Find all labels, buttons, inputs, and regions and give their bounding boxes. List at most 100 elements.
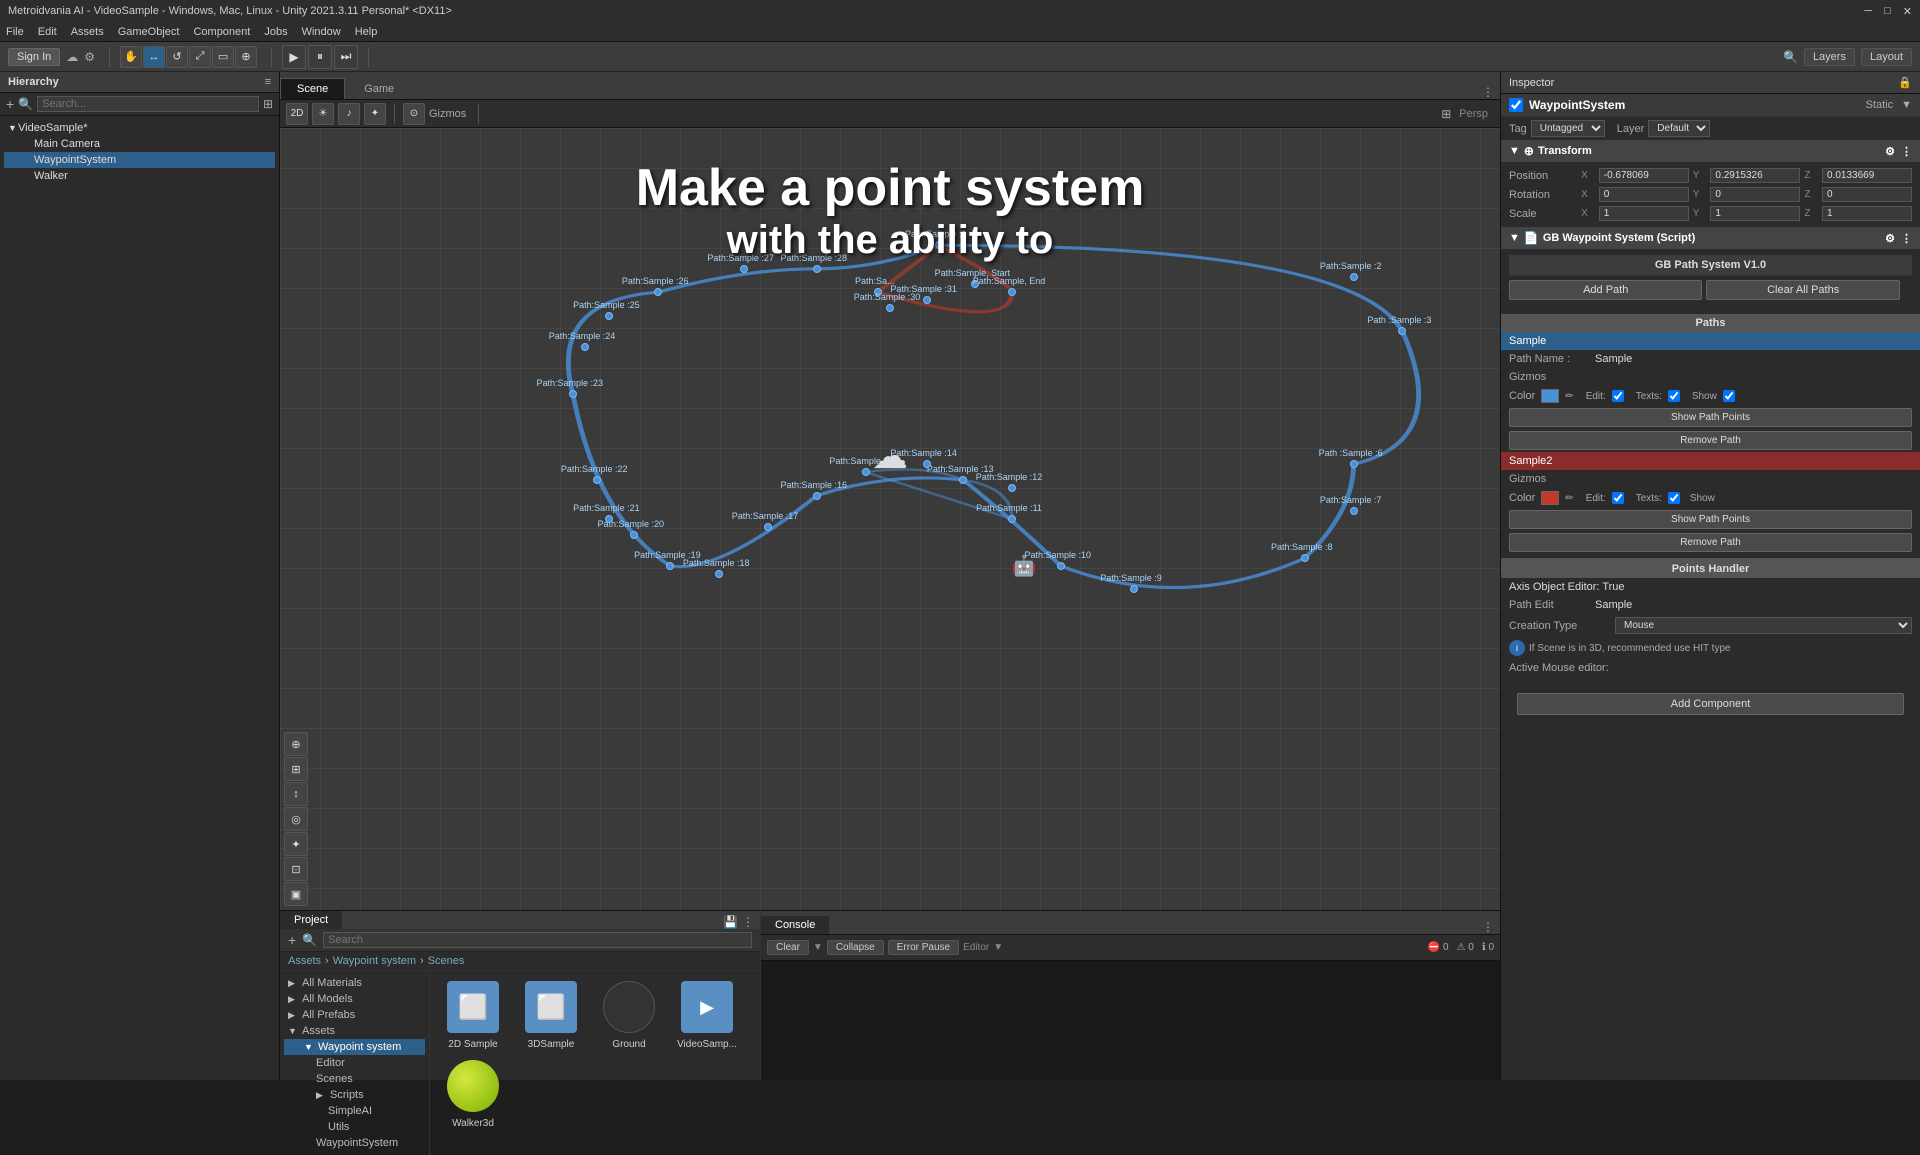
rotate-tool[interactable]: ↺ <box>166 46 188 68</box>
scene-audio-toggle[interactable]: ♪ <box>338 103 360 125</box>
asset-2dsample[interactable]: ⬜ 2D Sample <box>438 979 508 1050</box>
show-path-points-button-1[interactable]: Show Path Points <box>1509 408 1912 427</box>
menu-window[interactable]: Window <box>302 26 341 38</box>
path-edit-checkbox-1[interactable] <box>1612 390 1624 402</box>
console-editor-arrow[interactable]: ▼ <box>993 942 1003 953</box>
gb-more-icon[interactable]: ⋮ <box>1901 232 1912 245</box>
gb-script-component-header[interactable]: ▼ 📄 GB Waypoint System (Script) ⚙ ⋮ <box>1501 227 1920 249</box>
scene-more-icon[interactable]: ⋮ <box>1482 85 1494 99</box>
gb-settings-icon[interactable]: ⚙ <box>1885 232 1895 245</box>
path-show-checkbox-1[interactable] <box>1723 390 1735 402</box>
obj-active-checkbox[interactable] <box>1509 98 1523 112</box>
waypoint-w13[interactable]: Path:Sample :13 <box>959 476 967 484</box>
hand-tool[interactable]: ✋ <box>120 46 142 68</box>
menu-component[interactable]: Component <box>193 26 250 38</box>
transform-more-icon[interactable]: ⋮ <box>1901 145 1912 158</box>
console-clear-button[interactable]: Clear <box>767 940 809 955</box>
tab-scene[interactable]: Scene <box>280 78 345 99</box>
scale-y[interactable]: 1 <box>1710 206 1800 221</box>
hierarchy-search-input[interactable] <box>37 96 259 112</box>
waypoint-w30[interactable]: Path:Sample :30 <box>886 304 894 312</box>
waypoint-w20[interactable]: Path:Sample :20 <box>630 531 638 539</box>
sidebar-all-materials[interactable]: ▶All Materials <box>284 975 425 991</box>
transform-component-header[interactable]: ▼ ⊕ Transform ⚙ ⋮ <box>1501 140 1920 162</box>
sidebar-scenes[interactable]: Scenes <box>284 1071 425 1087</box>
breadcrumb-assets[interactable]: Assets <box>288 955 321 967</box>
scene-handle-7[interactable]: ▣ <box>284 882 308 906</box>
waypoint-w25[interactable]: Path:Sample :25 <box>605 312 613 320</box>
waypoint-w2[interactable]: Path:Sample :2 <box>1350 273 1358 281</box>
sidebar-all-models[interactable]: ▶All Models <box>284 991 425 1007</box>
sidebar-editor[interactable]: Editor <box>284 1055 425 1071</box>
path-texts-checkbox-1[interactable] <box>1668 390 1680 402</box>
scene-gizmos-toggle[interactable]: ⊙ <box>403 103 425 125</box>
minimize-button[interactable]: ─ <box>1864 5 1872 18</box>
waypoint-w19[interactable]: Path:Sample :19 <box>666 562 674 570</box>
waypoint-w5[interactable]: Path:Sample, End <box>1008 288 1016 296</box>
project-search-input[interactable] <box>323 932 752 948</box>
project-more-icon[interactable]: ⋮ <box>742 915 754 929</box>
waypoint-w16[interactable]: Path:Sample :16 <box>813 492 821 500</box>
scene-viewport[interactable]: Make a point system with the ability to … <box>280 128 1500 910</box>
waypoint-w15[interactable]: Path:Sample :15 <box>862 468 870 476</box>
tab-project[interactable]: Project <box>280 911 342 929</box>
rotation-y[interactable]: 0 <box>1710 187 1800 202</box>
add-component-button[interactable]: Add Component <box>1517 693 1904 715</box>
path-texts-checkbox-2[interactable] <box>1668 492 1680 504</box>
waypoint-w6[interactable]: Path :Sample :6 <box>1350 460 1358 468</box>
waypoint-w17[interactable]: Path:Sample :17 <box>764 523 772 531</box>
path-item-sample2[interactable]: Sample2 <box>1501 452 1920 470</box>
hierarchy-collapse-icon[interactable]: ⊞ <box>263 97 273 111</box>
search-icon[interactable]: 🔍 <box>1783 50 1798 64</box>
scene-handle-6[interactable]: ⊡ <box>284 857 308 881</box>
layers-button[interactable]: Layers <box>1804 48 1855 66</box>
transform-settings-icon[interactable]: ⚙ <box>1885 145 1895 158</box>
console-collapse-button[interactable]: Collapse <box>827 940 884 955</box>
waypoint-w28[interactable]: Path:Sample :28 <box>813 265 821 273</box>
tab-console[interactable]: Console <box>761 916 829 934</box>
scale-z[interactable]: 1 <box>1822 206 1912 221</box>
waypoint-w27[interactable]: Path:Sample :27 <box>740 265 748 273</box>
sidebar-scripts[interactable]: ▶Scripts <box>284 1087 425 1103</box>
scene-fx-toggle[interactable]: ✦ <box>364 103 386 125</box>
scene-handle-4[interactable]: ◎ <box>284 807 308 831</box>
creation-type-select[interactable]: Mouse HIT <box>1615 617 1912 634</box>
path-item-sample[interactable]: Sample <box>1501 332 1920 350</box>
remove-path-button-2[interactable]: Remove Path <box>1509 533 1912 552</box>
show-path-points-button-2[interactable]: Show Path Points <box>1509 510 1912 529</box>
inspector-lock-icon[interactable]: 🔒 <box>1898 76 1912 89</box>
waypoint-w1[interactable]: Path:Sample :1 <box>935 241 943 249</box>
scene-lighting-toggle[interactable]: ☀ <box>312 103 334 125</box>
rotation-x[interactable]: 0 <box>1599 187 1689 202</box>
scene-handle-5[interactable]: ✦ <box>284 832 308 856</box>
scene-handle-3[interactable]: ↕ <box>284 782 308 806</box>
waypoint-w12[interactable]: Path:Sample :12 <box>1008 484 1016 492</box>
tab-game[interactable]: Game <box>347 78 411 99</box>
path-color-edit-2[interactable]: ✏ <box>1565 493 1573 504</box>
menu-file[interactable]: File <box>6 26 24 38</box>
menu-gameobject[interactable]: GameObject <box>118 26 180 38</box>
waypoint-w9[interactable]: Path:Sample :9 <box>1130 585 1138 593</box>
hierarchy-add-icon[interactable]: + <box>6 96 14 112</box>
collab-icon[interactable]: ⚙ <box>84 50 95 64</box>
waypoint-w3[interactable]: Path :Sample :3 <box>1398 327 1406 335</box>
tag-select[interactable]: Untagged <box>1531 120 1605 137</box>
breadcrumb-scenes[interactable]: Scenes <box>428 955 465 967</box>
transform-tool[interactable]: ⊕ <box>235 46 257 68</box>
scene-handle-2[interactable]: ⊞ <box>284 757 308 781</box>
menu-edit[interactable]: Edit <box>38 26 57 38</box>
waypoint-w11[interactable]: Path:Sample :11 <box>1008 515 1016 523</box>
asset-walker3d[interactable]: Walker3d <box>438 1058 508 1129</box>
scale-x[interactable]: 1 <box>1599 206 1689 221</box>
waypoint-w22[interactable]: Path:Sample :22 <box>593 476 601 484</box>
maximize-button[interactable]: □ <box>1884 5 1891 18</box>
hierarchy-item-walker[interactable]: Walker <box>4 168 275 184</box>
static-dropdown-icon[interactable]: ▼ <box>1901 99 1912 111</box>
sidebar-waypoint-system[interactable]: ▼Waypoint system <box>284 1039 425 1055</box>
menu-assets[interactable]: Assets <box>71 26 104 38</box>
waypoint-w10[interactable]: Path:Sample :10 <box>1057 562 1065 570</box>
scene-handle-1[interactable]: ⊕ <box>284 732 308 756</box>
sidebar-utils[interactable]: Utils <box>284 1119 425 1135</box>
project-add-icon[interactable]: + <box>288 932 296 948</box>
sidebar-waypointsystem-folder[interactable]: WaypointSystem <box>284 1135 425 1151</box>
